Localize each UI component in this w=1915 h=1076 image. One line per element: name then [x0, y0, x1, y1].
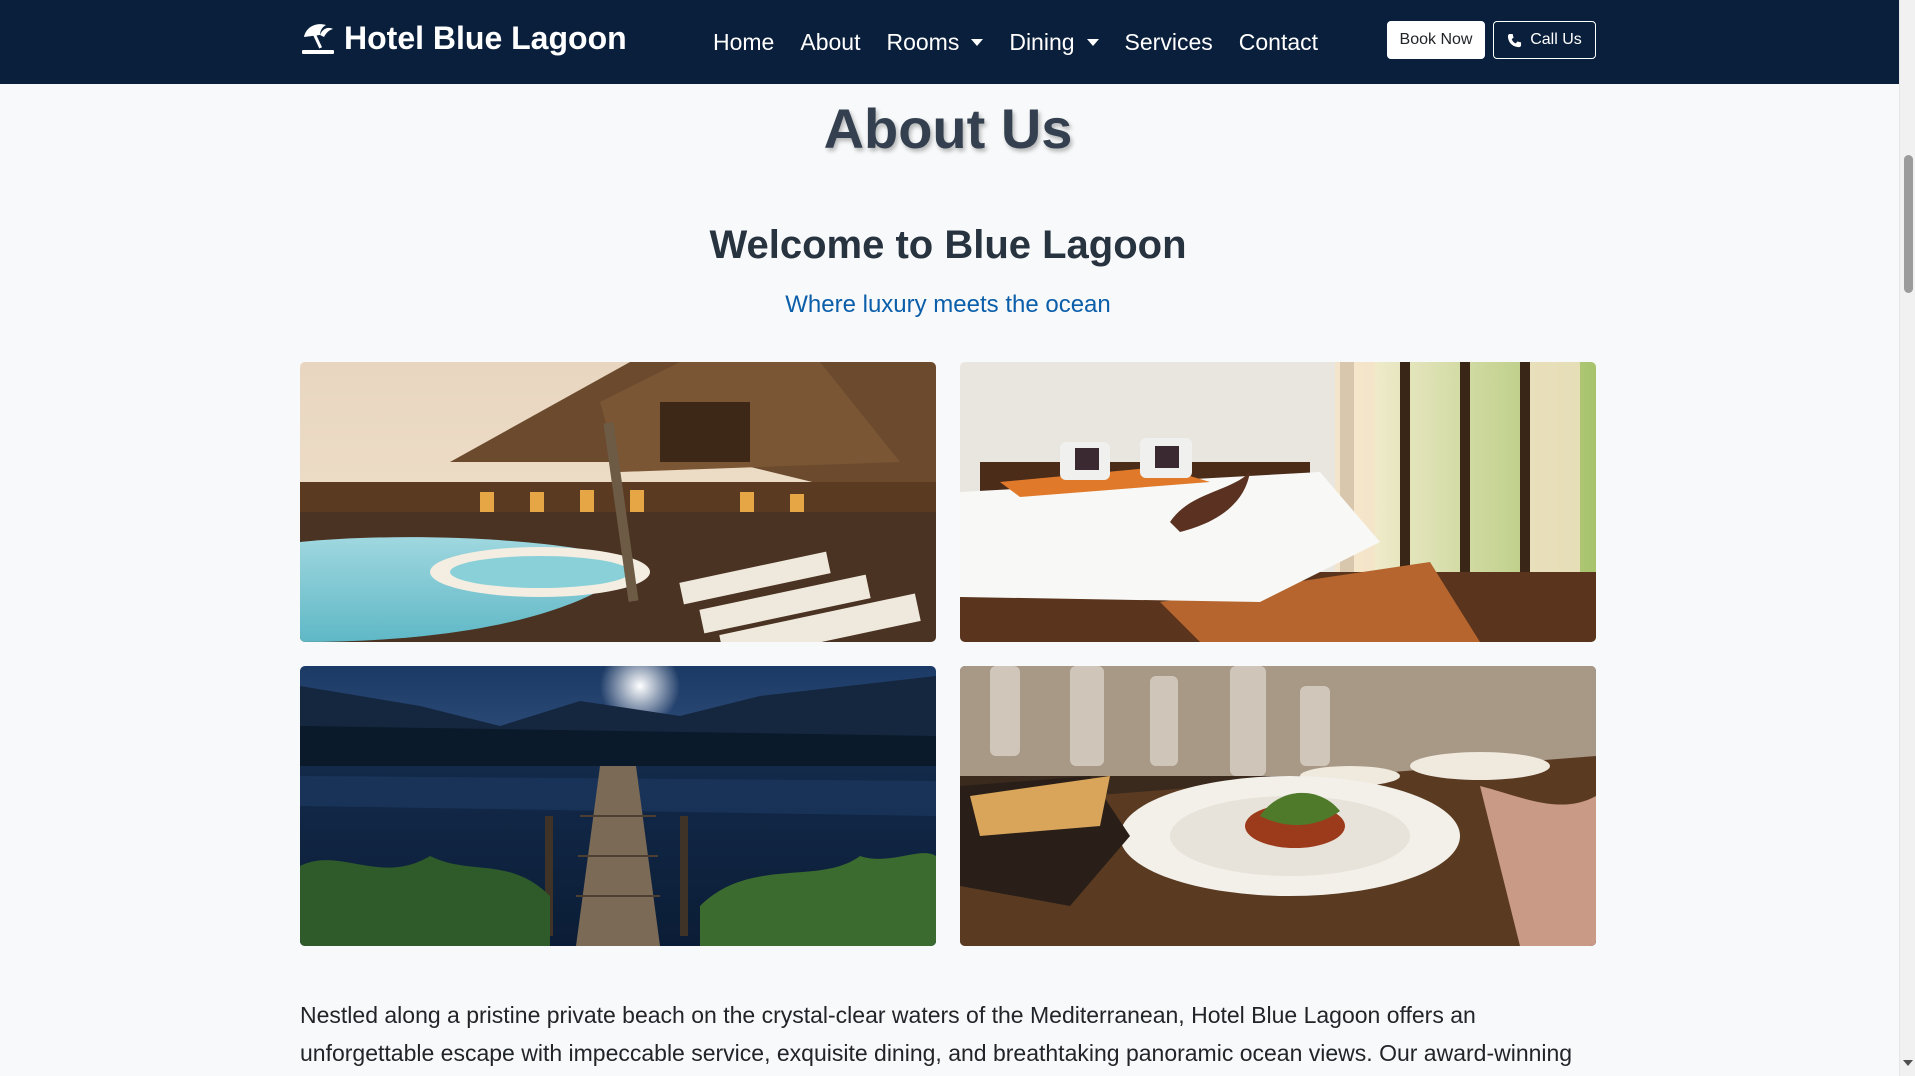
nav-about-label: About	[800, 28, 861, 55]
call-us-label: Call Us	[1530, 31, 1582, 48]
brand-link[interactable]: Hotel Blue Lagoon	[300, 20, 627, 57]
nav-links: Home About Rooms Dining Services Contact	[700, 0, 1331, 84]
nav-rooms-label: Rooms	[886, 28, 960, 55]
nav-home-label: Home	[713, 28, 775, 55]
caret-down-icon	[1086, 38, 1099, 46]
nav-dining-label: Dining	[1009, 28, 1075, 55]
nav-contact-label: Contact	[1238, 28, 1319, 55]
nav-contact-link[interactable]: Contact	[1226, 29, 1331, 56]
nav-rooms-dropdown[interactable]: Rooms	[873, 29, 996, 56]
page-scrollbar[interactable]	[1899, 0, 1915, 1076]
about-section: About Us Welcome to Blue Lagoon Where lu…	[300, 84, 1596, 1076]
nav-home-link[interactable]: Home	[700, 29, 787, 56]
call-us-button[interactable]: Call Us	[1493, 21, 1596, 59]
welcome-heading: Welcome to Blue Lagoon	[709, 222, 1187, 267]
bedroom-photo	[960, 361, 1596, 642]
caret-down-icon	[971, 38, 984, 46]
resort-pool-photo	[300, 361, 936, 642]
fine-dining-photo	[960, 665, 1596, 946]
brand-name: Hotel Blue Lagoon	[344, 20, 627, 56]
nav-dining-dropdown[interactable]: Dining	[996, 29, 1111, 56]
nav-services-link[interactable]: Services	[1112, 29, 1226, 56]
scrollbar-thumb[interactable]	[1904, 155, 1913, 293]
phone-icon	[1508, 33, 1522, 47]
photo-gallery	[300, 361, 1596, 946]
nav-about-link[interactable]: About	[787, 29, 873, 56]
page-title: About Us	[823, 97, 1073, 160]
navbar: Hotel Blue Lagoon Home About Rooms Dinin…	[0, 0, 1899, 84]
umbrella-beach-icon	[302, 23, 334, 54]
nav-services-label: Services	[1124, 28, 1213, 55]
intro-paragraph: Nestled along a pristine private beach o…	[300, 1001, 1573, 1066]
lake-dock-night-photo	[300, 665, 936, 946]
scroll-down-arrow-icon[interactable]	[1903, 1060, 1913, 1066]
book-now-button[interactable]: Book Now	[1387, 21, 1485, 59]
tagline: Where luxury meets the ocean	[785, 290, 1111, 318]
